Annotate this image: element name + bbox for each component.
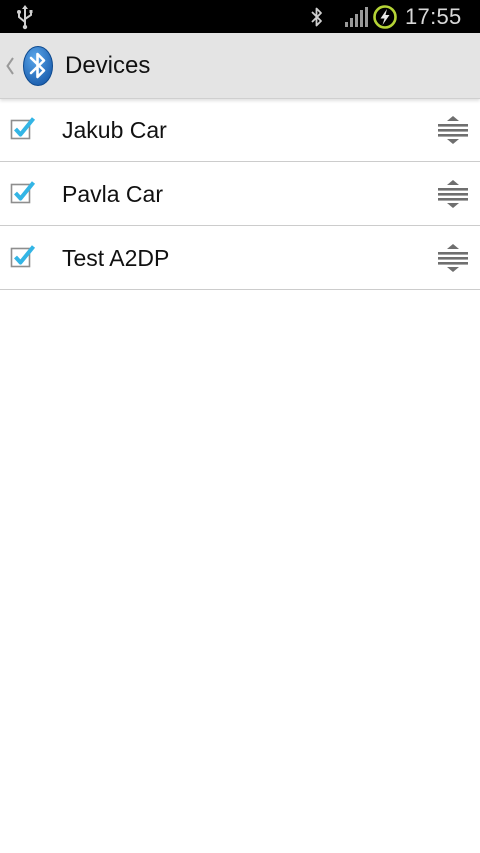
page-title: Devices	[65, 52, 151, 79]
action-bar: Devices	[0, 33, 480, 99]
list-item[interactable]: Jakub Car	[0, 98, 480, 162]
device-list: Jakub Car Pavla Car Test A2DP	[0, 98, 480, 290]
checkbox[interactable]	[10, 244, 36, 270]
usb-icon	[17, 5, 33, 30]
device-name: Test A2DP	[62, 245, 170, 271]
checkbox[interactable]	[10, 180, 36, 206]
battery-charging-icon	[373, 5, 397, 29]
checkbox[interactable]	[10, 116, 36, 142]
status-clock: 17:55	[405, 4, 462, 29]
drag-handle-icon[interactable]	[436, 114, 470, 146]
chevron-left-icon[interactable]	[4, 55, 16, 77]
signal-icon	[345, 7, 368, 27]
list-item[interactable]: Pavla Car	[0, 162, 480, 226]
bluetooth-icon	[311, 7, 322, 27]
status-bar: 17:55	[0, 0, 480, 33]
drag-handle-icon[interactable]	[436, 242, 470, 274]
list-item[interactable]: Test A2DP	[0, 226, 480, 290]
device-name: Pavla Car	[62, 181, 163, 207]
drag-handle-icon[interactable]	[436, 178, 470, 210]
bluetooth-icon[interactable]	[22, 45, 54, 87]
device-name: Jakub Car	[62, 117, 167, 143]
